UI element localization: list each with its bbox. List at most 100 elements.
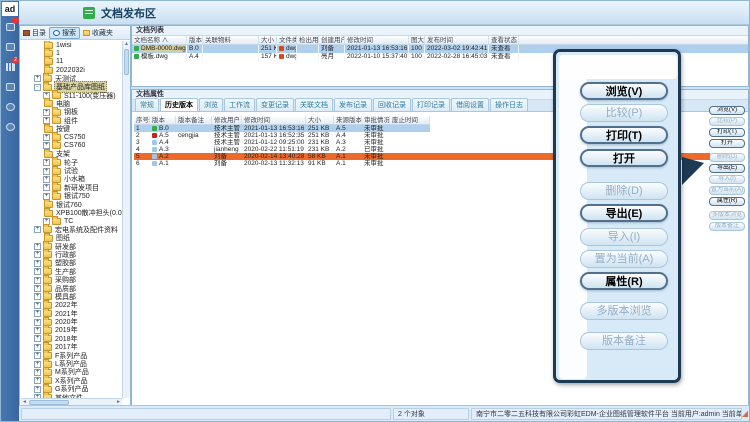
magnified-action-button[interactable]: 导出(E) (580, 204, 668, 222)
version-action-button[interactable]: 属性(R) (709, 197, 745, 206)
tab-常规[interactable]: 常规 (135, 98, 159, 111)
column-header[interactable]: 版本备注 (176, 116, 212, 124)
magnified-action-button[interactable]: 属性(R) (580, 272, 668, 290)
tab-回收记录[interactable]: 回收记录 (373, 98, 411, 111)
folder-icon[interactable] (1, 37, 19, 57)
tree-item[interactable]: 1 (21, 49, 122, 57)
expand-icon[interactable]: + (43, 184, 50, 191)
status-empty-cell (21, 408, 391, 420)
table-cell: 刘备 (212, 160, 242, 167)
table-cell: 技术主管 (212, 139, 242, 146)
refresh-icon[interactable] (1, 77, 19, 97)
tree-item[interactable]: +宏电系统及配件资料 (21, 226, 122, 234)
collapse-icon[interactable]: - (34, 84, 41, 91)
history-row[interactable]: 5A.2刘备2020-02-14 13:40:2858 KBA.1未审批 (134, 153, 430, 160)
column-header[interactable]: 图大 (409, 36, 425, 44)
column-header[interactable]: 文档名称 ∧ (132, 36, 187, 44)
tree-item[interactable]: +CS760 (21, 142, 122, 150)
expand-icon[interactable]: + (34, 319, 41, 326)
tree-item[interactable]: 按键 (21, 125, 122, 133)
column-header[interactable]: 发布时间 (425, 36, 489, 44)
expand-icon[interactable]: + (43, 134, 50, 141)
tree-item[interactable]: +组件 (21, 117, 122, 125)
expand-icon[interactable]: + (43, 109, 50, 116)
scroll-up-icon[interactable]: ▲ (123, 41, 130, 48)
expand-icon[interactable]: + (34, 335, 41, 342)
column-header[interactable]: 查看状态 (489, 36, 519, 44)
history-row[interactable]: 6A.1刘备2020-02-13 11:32:1391 KBA.1未审批 (134, 160, 430, 167)
version-action-button[interactable]: 浏览(V) (709, 106, 745, 115)
tree-item[interactable]: 11 (21, 58, 122, 66)
chat-icon[interactable] (1, 17, 19, 37)
version-action-button[interactable]: 打开 (709, 139, 745, 148)
tree-item[interactable]: 1wisi (21, 41, 122, 49)
column-header[interactable]: 版本 (150, 116, 176, 124)
expand-icon[interactable]: + (34, 277, 41, 284)
tree-vertical-scrollbar[interactable]: ▲ (122, 41, 130, 398)
column-header[interactable]: 大小 (259, 36, 277, 44)
expand-icon[interactable]: + (34, 369, 41, 376)
expand-icon[interactable]: + (34, 327, 41, 334)
gear-icon[interactable] (1, 117, 19, 137)
resize-grip-icon[interactable]: ◢ (742, 409, 748, 418)
expand-icon[interactable]: + (43, 159, 50, 166)
column-header[interactable]: 序号 (134, 116, 150, 124)
tree-toolbar-search[interactable]: 搜索 (49, 27, 80, 39)
tab-打印记录[interactable]: 打印记录 (412, 98, 450, 111)
column-header[interactable]: 修改时间 (242, 116, 306, 124)
expand-icon[interactable]: + (34, 268, 41, 275)
tab-浏览[interactable]: 浏览 (199, 98, 223, 111)
column-header[interactable]: 关联物料 (203, 36, 259, 44)
tree-item[interactable]: +CS750 (21, 133, 122, 141)
expand-icon[interactable]: + (34, 361, 41, 368)
column-header[interactable]: 修改时间 (345, 36, 409, 44)
expand-icon[interactable]: + (43, 176, 50, 183)
history-row[interactable]: 2A.5cengjia技术主管2021-01-13 16:52:35251 KB… (134, 132, 430, 139)
scrollbar-thumb[interactable] (124, 49, 129, 75)
expand-icon[interactable]: + (34, 243, 41, 250)
expand-icon[interactable]: + (34, 310, 41, 317)
expand-icon[interactable]: + (34, 293, 41, 300)
column-header[interactable]: 创建用户 (319, 36, 345, 44)
tree-item[interactable]: +S11-100(变压器) (21, 91, 122, 99)
expand-icon[interactable]: + (34, 386, 41, 393)
tree-item[interactable]: XPB100散冲担头(0.0)图纸 (21, 209, 122, 217)
history-row[interactable]: 4A.3jianheng2020-02-22 11:51:19231 KBA.2… (134, 146, 430, 153)
magnified-action-button[interactable]: 打开 (580, 149, 668, 167)
tab-借阅设置[interactable]: 借阅设置 (451, 98, 489, 111)
expand-icon[interactable]: + (34, 377, 41, 384)
expand-icon[interactable]: + (34, 75, 41, 82)
expand-icon[interactable]: + (43, 168, 50, 175)
column-header[interactable]: 文件类型 (277, 36, 297, 44)
column-header[interactable]: 大小 (306, 116, 334, 124)
magnified-action-button[interactable]: 打印(T) (580, 126, 668, 144)
expand-icon[interactable]: + (34, 352, 41, 359)
column-header[interactable]: 检出用户 (297, 36, 319, 44)
column-header[interactable]: 版本 (187, 36, 203, 44)
history-row[interactable]: 1B.0技术主管2021-01-13 16:53:16251 KBA.5未审批 (134, 125, 430, 132)
expand-icon[interactable]: + (34, 251, 41, 258)
expand-icon[interactable]: + (34, 344, 41, 351)
tab-工作流[interactable]: 工作流 (224, 98, 255, 111)
tab-操作日志[interactable]: 操作日志 (490, 98, 528, 111)
tab-发布记录[interactable]: 发布记录 (334, 98, 372, 111)
column-header[interactable]: 废止时间 (390, 116, 430, 124)
column-header[interactable]: 审批情况 (362, 116, 390, 124)
tab-历史版本[interactable]: 历史版本 (160, 98, 198, 111)
expand-icon[interactable]: + (34, 260, 41, 267)
chart-icon[interactable]: 2 (1, 57, 19, 77)
tree-toolbar-catalog[interactable]: 目录 (20, 27, 49, 39)
tree-toolbar-favorites[interactable]: 收藏夹 (80, 27, 116, 39)
tab-关联文档[interactable]: 关联文档 (295, 98, 333, 111)
expand-icon[interactable]: + (34, 302, 41, 309)
tab-变更记录[interactable]: 变更记录 (256, 98, 294, 111)
history-row[interactable]: 3A.4技术主管2021-01-12 09:25:00231 KBA.3未审批 (134, 139, 430, 146)
expand-icon[interactable]: + (34, 285, 41, 292)
expand-icon[interactable]: + (34, 226, 41, 233)
column-header[interactable]: 来源版本 (334, 116, 362, 124)
version-action-button[interactable]: 导出(E) (709, 164, 745, 173)
version-action-button[interactable]: 打印(T) (709, 128, 745, 137)
magnified-action-button[interactable]: 浏览(V) (580, 82, 668, 100)
user-icon[interactable] (1, 97, 19, 117)
column-header[interactable]: 修改用户 (212, 116, 242, 124)
